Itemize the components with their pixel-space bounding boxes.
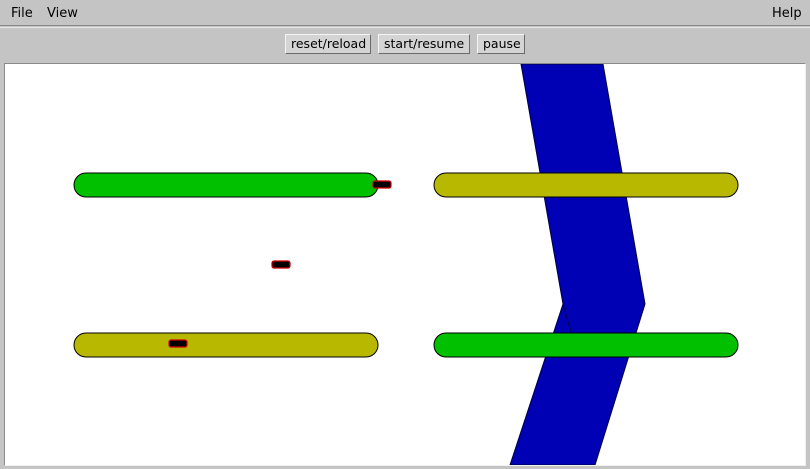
- pause-button[interactable]: pause: [477, 34, 525, 54]
- object-2[interactable]: [271, 260, 291, 269]
- menu-bar: File View Help: [0, 0, 810, 26]
- object-1[interactable]: [372, 180, 392, 189]
- simulation-canvas[interactable]: [4, 63, 806, 466]
- platform-green-right: [433, 332, 739, 358]
- platform-olive-left: [73, 332, 379, 358]
- river-band: [509, 64, 646, 465]
- reset-reload-button[interactable]: reset/reload: [285, 34, 371, 54]
- object-3[interactable]: [168, 339, 188, 348]
- scene-svg: [73, 64, 739, 465]
- platform-green-left: [73, 172, 379, 198]
- start-resume-button[interactable]: start/resume: [378, 34, 470, 54]
- toolbar: reset/reload start/resume pause: [0, 27, 810, 61]
- menu-file[interactable]: File: [7, 0, 37, 26]
- menu-view[interactable]: View: [43, 0, 82, 26]
- menu-help[interactable]: Help: [768, 0, 806, 26]
- platform-olive-right: [433, 172, 739, 198]
